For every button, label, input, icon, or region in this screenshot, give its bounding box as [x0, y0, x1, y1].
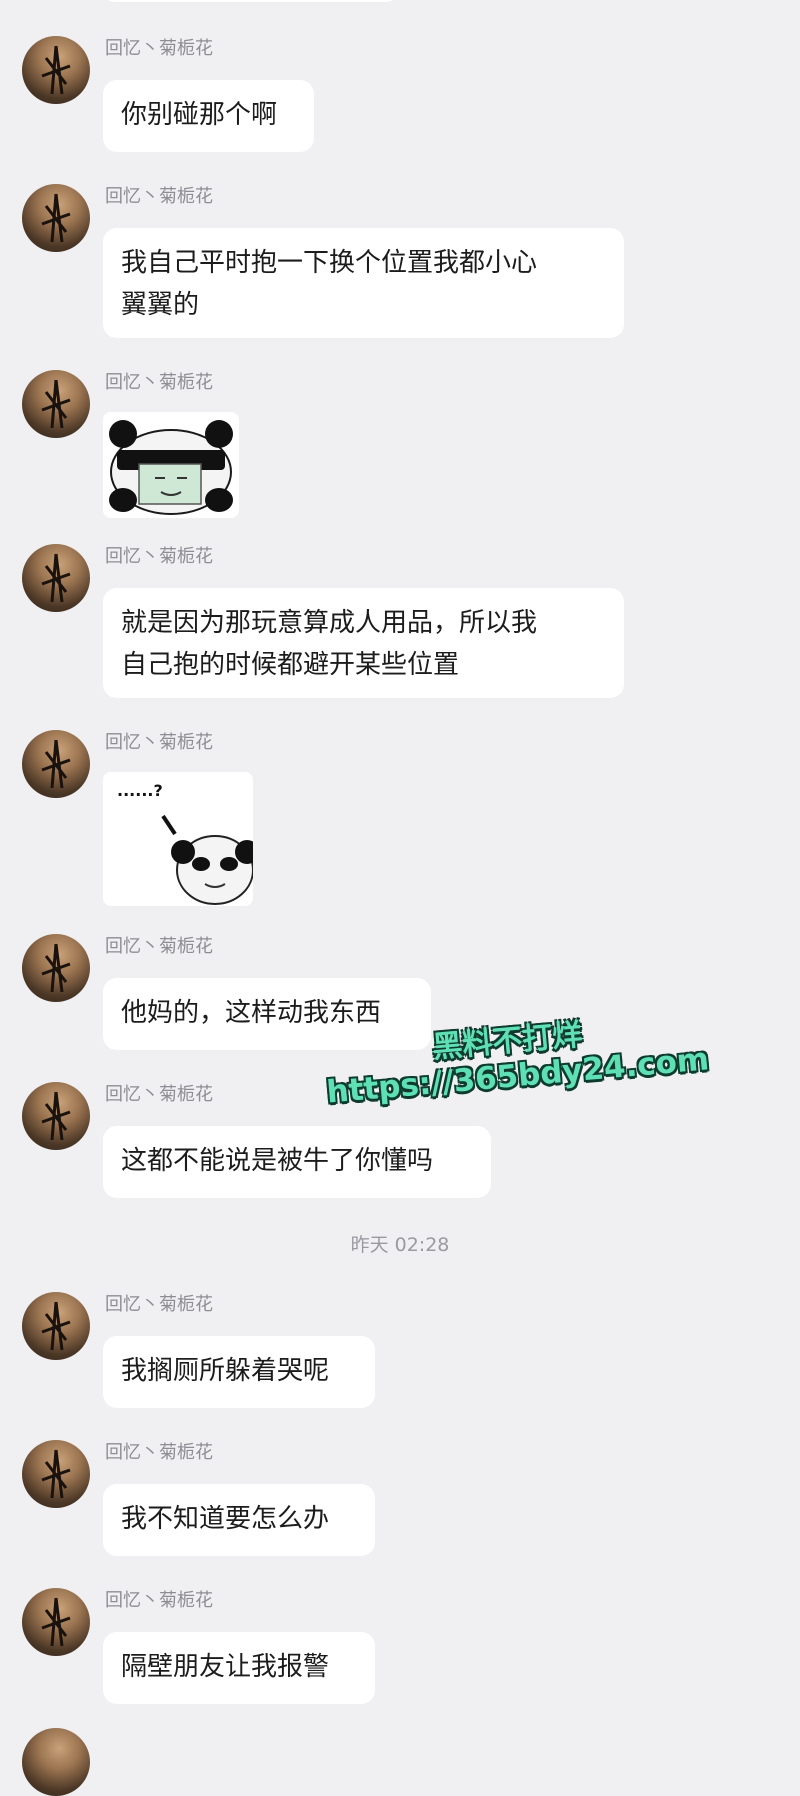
panda-meme-sticker[interactable]	[103, 412, 239, 518]
message-bubble[interactable]: 我搁厕所躲着哭呢	[103, 1336, 375, 1408]
avatar[interactable]	[22, 184, 90, 252]
sender-name: 回忆丶菊栀花	[105, 372, 213, 393]
message-bubble[interactable]: 就是因为那玩意算成人用品，所以我 自己抱的时候都避开某些位置	[103, 588, 624, 698]
message-bubble[interactable]: 我不知道要怎么办	[103, 1484, 375, 1556]
sender-name: 回忆丶菊栀花	[105, 1084, 213, 1105]
avatar[interactable]	[22, 730, 90, 798]
sender-name: 回忆丶菊栀花	[105, 186, 213, 207]
panda-meme-sticker[interactable]: ......?	[103, 772, 253, 906]
sender-name: 回忆丶菊栀花	[105, 1590, 213, 1611]
sticker-caption: ......?	[117, 781, 163, 800]
message-bubble[interactable]: 隔壁朋友让我报警	[103, 1632, 375, 1704]
sender-name: 回忆丶菊栀花	[105, 732, 213, 753]
message-bubble[interactable]: 我自己平时抱一下换个位置我都小心 翼翼的	[103, 228, 624, 338]
message-text-line: 我自己平时抱一下换个位置我都小心	[121, 248, 538, 278]
sender-name: 回忆丶菊栀花	[105, 1294, 213, 1315]
avatar[interactable]	[22, 1292, 90, 1360]
message-bubble-partial	[103, 0, 398, 2]
avatar[interactable]	[22, 544, 90, 612]
message-text-line: 就是因为那玩意算成人用品，所以我	[121, 608, 538, 638]
timestamp: 昨天 02:28	[350, 1234, 450, 1256]
sender-name: 回忆丶菊栀花	[105, 936, 213, 957]
message-text-line: 自己抱的时候都避开某些位置	[121, 650, 460, 680]
avatar[interactable]	[22, 1082, 90, 1150]
sender-name: 回忆丶菊栀花	[105, 546, 213, 567]
sender-name: 回忆丶菊栀花	[105, 1442, 213, 1463]
message-bubble[interactable]: 这都不能说是被牛了你懂吗	[103, 1126, 491, 1198]
avatar[interactable]	[22, 36, 90, 104]
avatar[interactable]	[22, 1728, 90, 1796]
sender-name: 回忆丶菊栀花	[105, 38, 213, 59]
avatar[interactable]	[22, 370, 90, 438]
message-text-line: 翼翼的	[121, 290, 200, 320]
avatar[interactable]	[22, 934, 90, 1002]
avatar[interactable]	[22, 1588, 90, 1656]
message-bubble[interactable]: 你别碰那个啊	[103, 80, 314, 152]
message-bubble[interactable]: 他妈的，这样动我东西	[103, 978, 431, 1050]
avatar[interactable]	[22, 1440, 90, 1508]
